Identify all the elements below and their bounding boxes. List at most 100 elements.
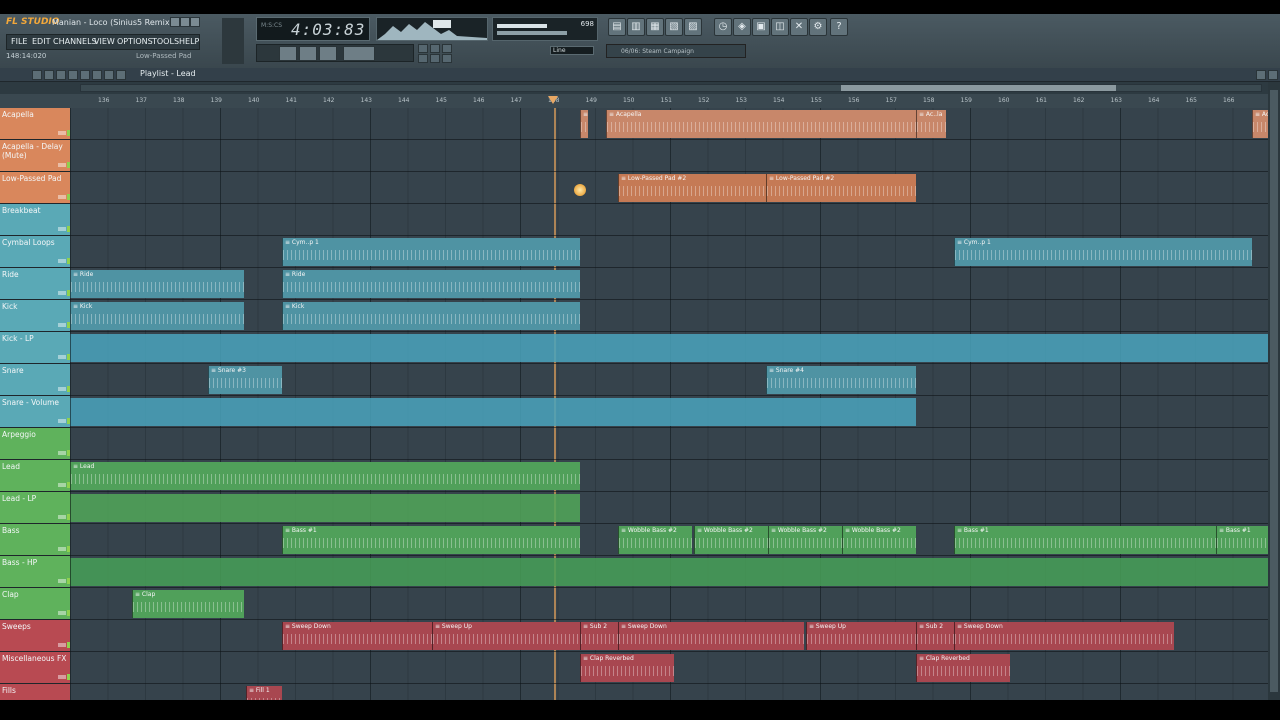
track-options-icon[interactable] bbox=[58, 547, 66, 551]
track-lane[interactable] bbox=[70, 140, 1268, 172]
plugin-icon[interactable]: ◈ bbox=[733, 18, 751, 36]
pattern-btn-e[interactable] bbox=[430, 54, 440, 63]
timeline-ruler[interactable]: 136 137 138 139 140 141 142 143 144 145 146 147 148 1… bbox=[70, 94, 1268, 109]
pattern-clip[interactable]: ≡ Ac..la bbox=[916, 110, 946, 138]
track-header[interactable]: Sweeps bbox=[0, 620, 70, 652]
delete-tool-icon[interactable] bbox=[56, 70, 66, 80]
track-lane[interactable] bbox=[70, 268, 1268, 300]
menu-channels[interactable]: CHANNELS bbox=[53, 37, 97, 46]
pattern-clip[interactable]: ≡ Bass #1 bbox=[282, 526, 580, 554]
stop-button[interactable] bbox=[299, 46, 317, 61]
automation-clip[interactable] bbox=[70, 398, 916, 426]
draw-tool-icon[interactable] bbox=[32, 70, 42, 80]
vertical-scroll-thumb[interactable] bbox=[1270, 90, 1278, 692]
pattern-clip[interactable]: ≡ Sub 2 bbox=[916, 622, 954, 650]
zoom-tool-icon[interactable] bbox=[104, 70, 114, 80]
channel-rack-icon[interactable]: ▧ bbox=[665, 18, 683, 36]
pattern-song-toggle[interactable] bbox=[343, 46, 375, 61]
track-header[interactable]: Bass - HP bbox=[0, 556, 70, 588]
track-header[interactable]: Lead bbox=[0, 460, 70, 492]
playlist-grid[interactable]: ≡ Aca ≡ Acapella ≡ Ac..la ≡ Ac ≡ Low-Passed … bbox=[70, 108, 1268, 700]
pattern-clip[interactable]: ≡ Sweep Up bbox=[806, 622, 918, 650]
pattern-btn-b[interactable] bbox=[430, 44, 440, 53]
playhead-marker-icon[interactable] bbox=[548, 96, 558, 104]
track-options-icon[interactable] bbox=[58, 195, 66, 199]
track-header[interactable]: Kick bbox=[0, 300, 70, 332]
pattern-clip[interactable]: ≡ Aca bbox=[580, 110, 588, 138]
pattern-clip[interactable]: ≡ Wobble Bass #2 bbox=[694, 526, 768, 554]
pattern-clip[interactable]: ≡ Sweep Up bbox=[432, 622, 582, 650]
menu-options[interactable]: OPTIONS bbox=[117, 37, 153, 46]
track-header[interactable]: Breakbeat bbox=[0, 204, 70, 236]
track-header[interactable]: Kick - LP bbox=[0, 332, 70, 364]
automation-clip[interactable] bbox=[70, 558, 1268, 586]
horizontal-scrollbar[interactable] bbox=[80, 84, 1262, 92]
save-icon[interactable]: ▣ bbox=[752, 18, 770, 36]
record-button[interactable] bbox=[319, 46, 337, 61]
playlist-restore-button[interactable] bbox=[1256, 70, 1266, 80]
menu-view[interactable]: VIEW bbox=[94, 37, 115, 46]
minimize-button[interactable] bbox=[170, 17, 180, 27]
pattern-btn-c[interactable] bbox=[442, 44, 452, 53]
tools-icon[interactable]: ✕ bbox=[790, 18, 808, 36]
pattern-clip[interactable]: ≡ Bass #1 bbox=[954, 526, 1218, 554]
pattern-clip[interactable]: ≡ Clap Reverbed bbox=[916, 654, 1010, 682]
pattern-clip[interactable]: ≡ Fill 1 bbox=[246, 686, 282, 700]
pattern-clip[interactable]: ≡ Sub 2 bbox=[580, 622, 618, 650]
track-options-icon[interactable] bbox=[58, 355, 66, 359]
track-options-icon[interactable] bbox=[58, 291, 66, 295]
pattern-clip[interactable]: ≡ Acapella bbox=[606, 110, 946, 138]
track-header[interactable]: Low-Passed Pad bbox=[0, 172, 70, 204]
track-options-icon[interactable] bbox=[58, 227, 66, 231]
track-options-icon[interactable] bbox=[58, 611, 66, 615]
playlist-close-button[interactable] bbox=[1268, 70, 1278, 80]
track-header[interactable]: Bass bbox=[0, 524, 70, 556]
track-lane[interactable] bbox=[70, 204, 1268, 236]
pattern-clip[interactable]: ≡ Cym..p 1 bbox=[954, 238, 1252, 266]
settings-icon[interactable]: ⚙ bbox=[809, 18, 827, 36]
horizontal-scroll-thumb[interactable] bbox=[841, 85, 1116, 91]
pattern-clip[interactable]: ≡ Sweep Down bbox=[954, 622, 1174, 650]
menu-tools[interactable]: TOOLS bbox=[152, 37, 179, 46]
snap-mode-select[interactable]: Line bbox=[550, 46, 594, 55]
maximize-button[interactable] bbox=[180, 17, 190, 27]
track-lane[interactable] bbox=[70, 300, 1268, 332]
pattern-clip[interactable]: ≡ Ride bbox=[282, 270, 580, 298]
pattern-clip[interactable]: ≡ Sweep Down bbox=[282, 622, 432, 650]
playlist-icon[interactable]: ▨ bbox=[684, 18, 702, 36]
pattern-clip[interactable]: ≡ Clap bbox=[132, 590, 244, 618]
track-options-icon[interactable] bbox=[58, 323, 66, 327]
pattern-clip[interactable]: ≡ Lead bbox=[70, 462, 580, 490]
track-lane[interactable] bbox=[70, 588, 1268, 620]
track-options-icon[interactable] bbox=[58, 643, 66, 647]
pattern-clip[interactable]: ≡ Kick bbox=[70, 302, 244, 330]
pattern-clip[interactable]: ≡ Wobble Bass #2 bbox=[842, 526, 916, 554]
pattern-clip[interactable]: ≡ Sweep Down bbox=[618, 622, 804, 650]
slice-tool-icon[interactable] bbox=[80, 70, 90, 80]
pattern-clip[interactable]: ≡ Cym..p 1 bbox=[282, 238, 580, 266]
track-header[interactable]: Cymbal Loops bbox=[0, 236, 70, 268]
pattern-clip[interactable]: ≡ Snare #4 bbox=[766, 366, 916, 394]
render-icon[interactable]: ◫ bbox=[771, 18, 789, 36]
pattern-btn-f[interactable] bbox=[442, 54, 452, 63]
track-options-icon[interactable] bbox=[58, 515, 66, 519]
track-options-icon[interactable] bbox=[58, 419, 66, 423]
track-header[interactable]: Ride bbox=[0, 268, 70, 300]
automation-clip[interactable] bbox=[70, 494, 580, 522]
track-options-icon[interactable] bbox=[58, 131, 66, 135]
track-options-icon[interactable] bbox=[58, 579, 66, 583]
track-header[interactable]: Acapella bbox=[0, 108, 70, 140]
pattern-clip[interactable]: ≡ Kick bbox=[282, 302, 580, 330]
pattern-clip[interactable]: ≡ Clap Reverbed bbox=[580, 654, 674, 682]
pattern-clip[interactable]: ≡ Ride bbox=[70, 270, 244, 298]
pattern-clip[interactable]: ≡ Low-Passed Pad #2 bbox=[618, 174, 766, 202]
track-options-icon[interactable] bbox=[58, 483, 66, 487]
track-header[interactable]: Clap bbox=[0, 588, 70, 620]
track-lane[interactable] bbox=[70, 428, 1268, 460]
time-display[interactable]: M:S:CS 4:03:83 bbox=[256, 17, 370, 41]
track-header[interactable]: Miscellaneous FX bbox=[0, 652, 70, 684]
mute-tool-icon[interactable] bbox=[68, 70, 78, 80]
cpu-icon[interactable]: ◷ bbox=[714, 18, 732, 36]
pattern-clip[interactable]: ≡ Low-Passed Pad #2 bbox=[766, 174, 916, 202]
pattern-clip[interactable]: ≡ Wobble Bass #2 bbox=[618, 526, 692, 554]
